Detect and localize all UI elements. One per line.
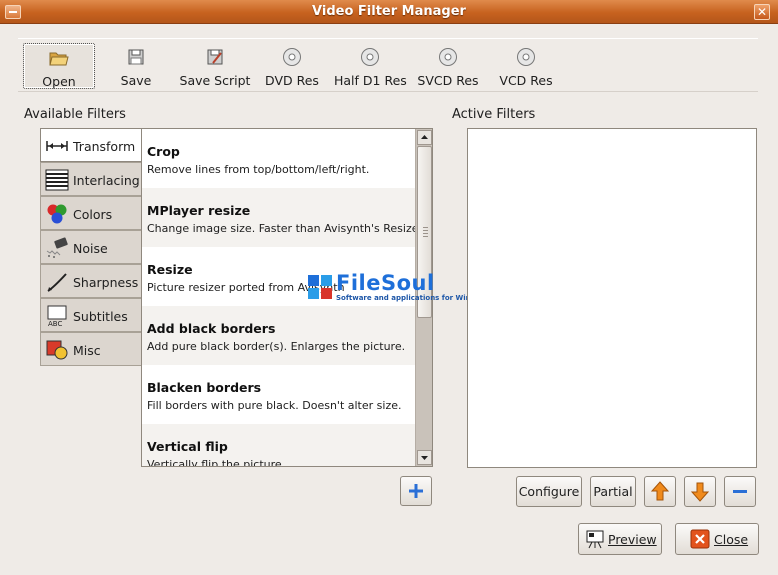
close-button[interactable]: Close xyxy=(675,523,759,555)
svg-text:ABC: ABC xyxy=(48,320,62,327)
save-script-label: Save Script xyxy=(179,73,251,88)
interlacing-icon xyxy=(45,169,69,191)
tab-noise[interactable]: Noise xyxy=(40,230,142,264)
minus-icon xyxy=(733,490,747,493)
available-filters-heading: Available Filters xyxy=(24,107,126,122)
filter-title: Resize xyxy=(147,262,193,277)
move-up-button[interactable] xyxy=(644,476,676,507)
preview-icon xyxy=(586,530,604,549)
filter-description: Vertically flip the picture. xyxy=(147,458,286,467)
toolbar: Open Save Save Script DVD Res Half D1 Re… xyxy=(18,38,758,92)
scroll-down-button[interactable] xyxy=(417,450,432,465)
script-icon xyxy=(207,49,223,65)
close-label: Close xyxy=(714,532,749,547)
plus-icon xyxy=(409,484,423,498)
tab-sharpness[interactable]: Sharpness xyxy=(40,264,142,298)
configure-button[interactable]: Configure xyxy=(516,476,582,507)
vcd-res-label: VCD Res xyxy=(499,73,553,88)
active-filters-heading: Active Filters xyxy=(452,107,536,122)
title-bar: Video Filter Manager ✕ xyxy=(0,0,778,24)
scrollbar-grip xyxy=(423,227,428,239)
scrollbar-thumb[interactable] xyxy=(417,146,432,318)
tab-subtitles[interactable]: ABC Subtitles xyxy=(40,298,142,332)
tab-colors-label: Colors xyxy=(73,207,113,222)
filter-category-tabs: Transform Interlacing Colors Noise Sharp… xyxy=(40,128,143,366)
open-label: Open xyxy=(42,74,76,89)
configure-label: Configure xyxy=(518,484,580,499)
add-filter-button[interactable] xyxy=(400,476,432,506)
remove-filter-button[interactable] xyxy=(724,476,756,507)
arrow-up-icon xyxy=(421,135,428,139)
tab-transform-label: Transform xyxy=(73,139,136,154)
list-item[interactable]: Resize Picture resizer ported from Avisy… xyxy=(142,247,416,306)
sharpness-icon xyxy=(47,273,67,292)
tab-colors[interactable]: Colors xyxy=(40,196,142,230)
arrow-up-icon xyxy=(650,481,670,501)
tab-interlacing[interactable]: Interlacing xyxy=(40,162,142,196)
filter-description: Remove lines from top/bottom/left/right. xyxy=(147,163,370,176)
tab-noise-label: Noise xyxy=(73,241,108,256)
partial-button[interactable]: Partial xyxy=(590,476,636,507)
filter-title: Crop xyxy=(147,144,180,159)
close-icon xyxy=(690,529,710,549)
scroll-up-button[interactable] xyxy=(417,130,432,145)
vcd-res-button[interactable]: VCD Res xyxy=(498,43,554,89)
tab-subtitles-label: Subtitles xyxy=(73,309,128,324)
dvd-res-button[interactable]: DVD Res xyxy=(263,43,321,89)
partial-label: Partial xyxy=(593,484,633,499)
filter-description: Fill borders with pure black. Doesn't al… xyxy=(147,399,402,412)
tab-interlacing-label: Interlacing xyxy=(73,173,140,188)
tab-misc-label: Misc xyxy=(73,343,101,358)
disc-icon xyxy=(517,48,535,66)
save-label: Save xyxy=(120,73,152,88)
colors-icon xyxy=(47,204,67,224)
tab-sharpness-label: Sharpness xyxy=(73,275,139,290)
subtitles-icon: ABC xyxy=(47,305,67,327)
filter-description: Add pure black border(s). Enlarges the p… xyxy=(147,340,406,353)
list-item[interactable]: Add black borders Add pure black border(… xyxy=(142,306,416,365)
svcd-res-button[interactable]: SVCD Res xyxy=(416,43,480,89)
window-close-button[interactable]: ✕ xyxy=(754,4,770,20)
filter-list-scrollbar[interactable] xyxy=(415,129,432,466)
video-filter-manager-window: Video Filter Manager ✕ Open Save Save Sc… xyxy=(0,0,778,575)
list-item[interactable]: Crop Remove lines from top/bottom/left/r… xyxy=(142,129,416,188)
filter-description: Picture resizer ported from Avisynth xyxy=(147,281,345,294)
active-filters-list[interactable] xyxy=(467,128,757,468)
filter-description: Change image size. Faster than Avisynth'… xyxy=(147,222,423,235)
misc-icon xyxy=(46,340,68,360)
list-item[interactable]: Vertical flip Vertically flip the pictur… xyxy=(142,424,416,467)
window-title: Video Filter Manager xyxy=(312,4,466,19)
preview-label: Preview xyxy=(608,532,657,547)
filter-title: MPlayer resize xyxy=(147,203,251,218)
arrow-down-icon xyxy=(690,482,710,502)
folder-open-icon xyxy=(49,52,69,66)
dvd-res-label: DVD Res xyxy=(265,73,319,88)
list-item[interactable]: Blacken borders Fill borders with pure b… xyxy=(142,365,416,424)
filter-title: Add black borders xyxy=(147,321,276,336)
floppy-disk-icon xyxy=(128,49,144,65)
half-d1-res-label: Half D1 Res xyxy=(334,73,407,88)
svcd-res-label: SVCD Res xyxy=(417,73,479,88)
arrow-down-icon xyxy=(421,456,428,460)
save-script-button[interactable]: Save Script xyxy=(178,43,252,89)
move-down-button[interactable] xyxy=(684,476,716,507)
preview-button[interactable]: Preview xyxy=(578,523,662,555)
filter-title: Vertical flip xyxy=(147,439,228,454)
disc-icon xyxy=(439,48,457,66)
available-filters-list: Crop Remove lines from top/bottom/left/r… xyxy=(141,128,433,467)
save-button[interactable]: Save xyxy=(110,43,162,89)
disc-icon xyxy=(283,48,301,66)
half-d1-res-button[interactable]: Half D1 Res xyxy=(334,43,407,89)
filter-title: Blacken borders xyxy=(147,380,262,395)
transform-icon xyxy=(46,141,68,151)
tab-transform[interactable]: Transform xyxy=(40,128,143,162)
tab-misc[interactable]: Misc xyxy=(40,332,142,366)
open-button[interactable]: Open xyxy=(23,43,95,89)
disc-icon xyxy=(361,48,379,66)
noise-icon xyxy=(46,237,68,258)
list-item[interactable]: MPlayer resize Change image size. Faster… xyxy=(142,188,423,247)
